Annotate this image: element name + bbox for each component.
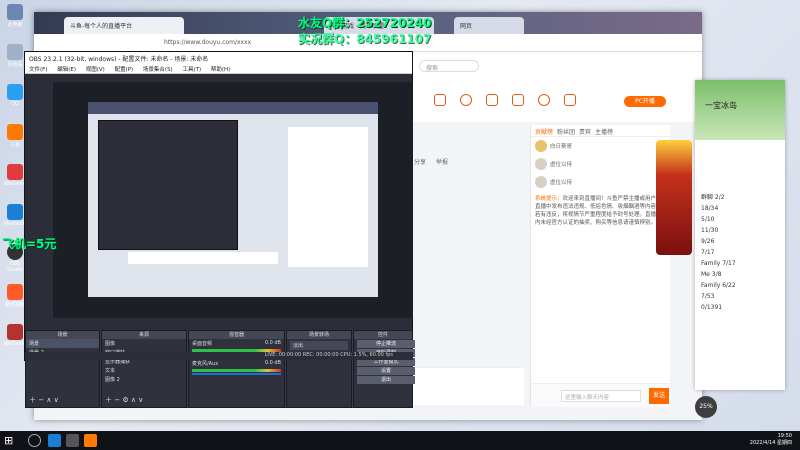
menu-view[interactable]: 视图(V)	[86, 67, 105, 73]
tab-vip[interactable]: 贵宾	[579, 127, 591, 136]
contact-group[interactable]: 7/17	[695, 247, 785, 258]
nav-icon[interactable]	[538, 94, 550, 106]
qq-title: 一宝冰岛	[705, 101, 737, 110]
tab-contribution[interactable]: 贡献榜	[535, 127, 553, 136]
wegame-icon	[7, 164, 23, 180]
cpu-badge[interactable]: 25%	[695, 396, 717, 418]
obs-menu: 文件(F) 编辑(E) 视图(V) 配置(P) 场景集合(S) 工具(T) 帮助…	[25, 64, 412, 74]
mixer-track: 麦克风/Aux 0.0 dB	[192, 360, 281, 367]
report-button[interactable]: 举报	[436, 157, 448, 166]
volume-meter	[192, 369, 281, 372]
chat-tabs: 贡献榜 粉丝团 贵宾 主播榜	[531, 125, 670, 137]
menu-help[interactable]: 帮助(H)	[211, 67, 230, 73]
douyu-icon[interactable]	[84, 434, 97, 447]
nav-icon[interactable]	[434, 94, 446, 106]
scene-item[interactable]: 场景	[26, 339, 99, 348]
system-notice: 系统提示：欢迎来到直播间！斗鱼严禁主播或用户在直播中发布违法违规、低俗色情、吸烟…	[535, 196, 662, 226]
clock[interactable]: 19:50 2022/4/14 星期四	[750, 433, 792, 447]
source-item[interactable]: 图像	[102, 339, 186, 348]
overlay-flight-price: 飞机=5元	[2, 237, 57, 251]
volume-slider[interactable]	[192, 373, 281, 375]
menu-profile[interactable]: 配置(P)	[115, 67, 134, 73]
contact-group[interactable]: Family 7/17	[695, 258, 785, 269]
nav-icon[interactable]	[564, 94, 576, 106]
share-button[interactable]: 分享	[414, 157, 426, 166]
menu-tools[interactable]: 工具(T)	[182, 67, 201, 73]
nav-icon[interactable]	[460, 94, 472, 106]
pc-icon	[7, 4, 23, 20]
search-input[interactable]: 搜索	[419, 60, 479, 72]
preview-capture	[88, 102, 378, 297]
menu-file[interactable]: 文件(F)	[29, 67, 47, 73]
transitions-dock: 场景转场 淡出 时长 300ms	[286, 330, 352, 408]
promo-banner[interactable]	[656, 140, 692, 255]
contact-group[interactable]: 7/53	[695, 291, 785, 302]
list-item[interactable]: 虚位以待	[531, 173, 670, 191]
nav-icon[interactable]	[512, 94, 524, 106]
avatar	[535, 140, 547, 152]
avatar	[535, 176, 547, 188]
douyu-icon	[7, 124, 23, 140]
menu-scene-collection[interactable]: 场景集合(S)	[143, 67, 173, 73]
contact-group[interactable]: 11/30	[695, 225, 785, 236]
sources-dock: 来源 图像 窗口捕获 显示器捕获 文本 图像 2 ＋ − ⚙ ∧ ∨	[101, 330, 187, 408]
scenes-dock: 场景 场景 场景 2 ＋ − ∧ ∨	[25, 330, 100, 408]
stop-streaming-button[interactable]: 停止推流	[357, 340, 415, 348]
obs-window: OBS 23.2.1 (32-bit, windows) - 配置文件: 未命名…	[24, 51, 415, 408]
wegame2-icon	[7, 324, 23, 340]
source-item[interactable]: 文本	[102, 366, 186, 375]
contact-group[interactable]: 18/34	[695, 203, 785, 214]
contact-group[interactable]: Family 6/22	[695, 280, 785, 291]
obs-preview[interactable]	[53, 82, 413, 318]
pc-live-button[interactable]: PC开播	[624, 96, 666, 107]
video-icon	[7, 284, 23, 300]
list-item[interactable]: 向日葵哥	[531, 137, 670, 155]
add-source-icon[interactable]: ＋ − ⚙ ∧ ∨	[105, 395, 143, 405]
avatar	[535, 158, 547, 170]
recycle-icon	[7, 44, 23, 60]
obs-title: OBS 23.2.1 (32-bit, windows) - 配置文件: 未命名…	[25, 52, 412, 64]
source-item[interactable]: 图像 2	[102, 375, 186, 384]
edge-icon[interactable]	[48, 434, 61, 447]
qq-header: 一宝冰岛	[695, 80, 785, 140]
windows-start-icon[interactable]: ⊞	[4, 434, 17, 447]
mixer-track: 桌面音频 0.0 dB	[192, 340, 281, 347]
obs-icon[interactable]	[66, 434, 79, 447]
contact-group[interactable]: 9/26	[695, 236, 785, 247]
qq-window: 一宝冰岛 群聊 2/2 18/34 5/10 11/30 9/26 7/17 F…	[695, 80, 785, 390]
contact-group[interactable]: 群聊 2/2	[695, 190, 785, 203]
nav-icon[interactable]	[486, 94, 498, 106]
taskbar: ⊞ 19:50 2022/4/14 星期四	[0, 431, 800, 450]
browser-tab[interactable]: 斗鱼-每个人的直播平台	[64, 17, 184, 34]
browser-tab[interactable]: 网页	[454, 17, 524, 34]
contact-group[interactable]: 0/1391	[695, 302, 785, 313]
room-actions: 分享 举报	[414, 157, 448, 166]
exit-button[interactable]: 退出	[357, 376, 415, 384]
desktop-icon-pc[interactable]: 此电脑	[2, 4, 28, 28]
chat-input-area: 这里输入聊天内容 发送	[531, 383, 671, 407]
address-text: https://www.douyu.com/xxxx	[164, 39, 252, 46]
contact-group[interactable]: Me 3/8	[695, 269, 785, 280]
chat-panel: 贡献榜 粉丝团 贵宾 主播榜 向日葵哥 虚位以待 虚位以待 系统提示：欢迎来到直…	[530, 125, 671, 407]
mixer-dock: 混音器 桌面音频 0.0 dB 麦克风/Aux 0.0 dB	[188, 330, 285, 408]
overlay-qq-group: 水友Q群：252720240	[298, 16, 432, 30]
tab-fans[interactable]: 粉丝团	[557, 127, 575, 136]
obs-status-bar: LIVE: 00:00:00 REC: 00:00:00 CPU: 1.5%, …	[25, 352, 413, 360]
menu-edit[interactable]: 编辑(E)	[57, 67, 76, 73]
obs-docks: 场景 场景 场景 2 ＋ − ∧ ∨ 来源 图像 窗口捕获 显示器捕获 文本 图…	[25, 330, 415, 408]
tab-anchor-rank[interactable]: 主播榜	[595, 127, 613, 136]
send-button[interactable]: 发送	[649, 388, 669, 404]
overlay-fan-group: 实况群Q：845961107	[298, 32, 432, 46]
search-icon[interactable]	[28, 434, 41, 447]
edge-icon	[7, 204, 23, 220]
controls-dock: 控件 停止推流 开始录制 工作室模式 设置 退出	[353, 330, 415, 408]
qq-icon	[7, 84, 23, 100]
chat-input[interactable]: 这里输入聊天内容	[561, 390, 641, 402]
transition-select[interactable]: 淡出	[290, 341, 348, 350]
contact-group[interactable]: 5/10	[695, 214, 785, 225]
list-item[interactable]: 虚位以待	[531, 155, 670, 173]
add-scene-icon[interactable]: ＋ − ∧ ∨	[29, 395, 59, 405]
settings-button[interactable]: 设置	[357, 367, 415, 375]
